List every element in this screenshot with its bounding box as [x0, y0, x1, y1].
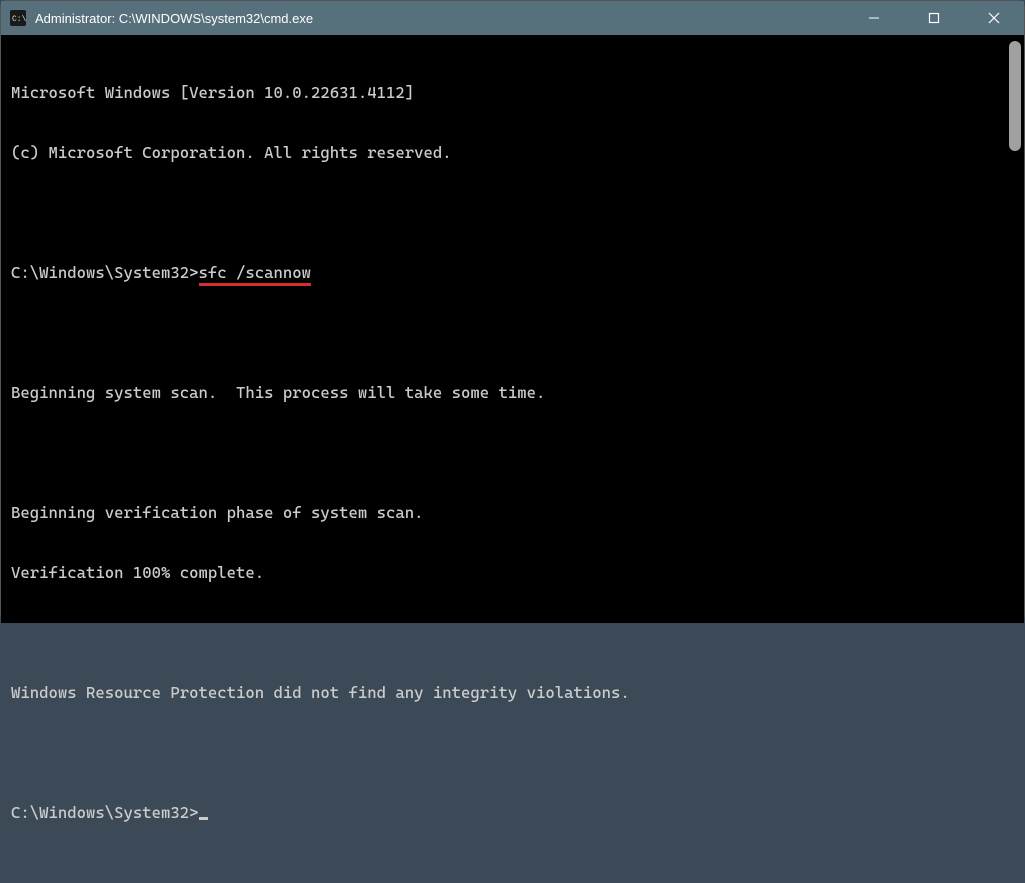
maximize-button[interactable] — [904, 1, 964, 35]
terminal-area[interactable]: Microsoft Windows [Version 10.0.22631.41… — [1, 35, 1024, 623]
minimize-button[interactable] — [844, 1, 904, 35]
entered-command: sfc /scannow — [199, 263, 312, 286]
output-line: Beginning system scan. This process will… — [11, 383, 1014, 403]
svg-text:C:\: C:\ — [12, 15, 26, 24]
prompt-prefix: C:\Windows\System32> — [11, 263, 199, 282]
cmd-icon: C:\ — [9, 9, 27, 27]
output-line: Microsoft Windows [Version 10.0.22631.41… — [11, 83, 1014, 103]
output-line: (c) Microsoft Corporation. All rights re… — [11, 143, 1014, 163]
prompt-prefix: C:\Windows\System32> — [11, 803, 199, 822]
output-line: Beginning verification phase of system s… — [11, 503, 1014, 523]
cursor-icon — [199, 817, 208, 820]
prompt-line: C:\Windows\System32>sfc /scannow — [11, 263, 1014, 283]
scrollbar-thumb[interactable] — [1009, 41, 1021, 151]
close-button[interactable] — [964, 1, 1024, 35]
window-title: Administrator: C:\WINDOWS\system32\cmd.e… — [35, 11, 313, 26]
output-line: Verification 100% complete. — [11, 563, 1014, 583]
prompt-line: C:\Windows\System32> — [11, 803, 1014, 823]
output-line: Windows Resource Protection did not find… — [11, 683, 1014, 703]
titlebar[interactable]: C:\ Administrator: C:\WINDOWS\system32\c… — [1, 1, 1024, 35]
